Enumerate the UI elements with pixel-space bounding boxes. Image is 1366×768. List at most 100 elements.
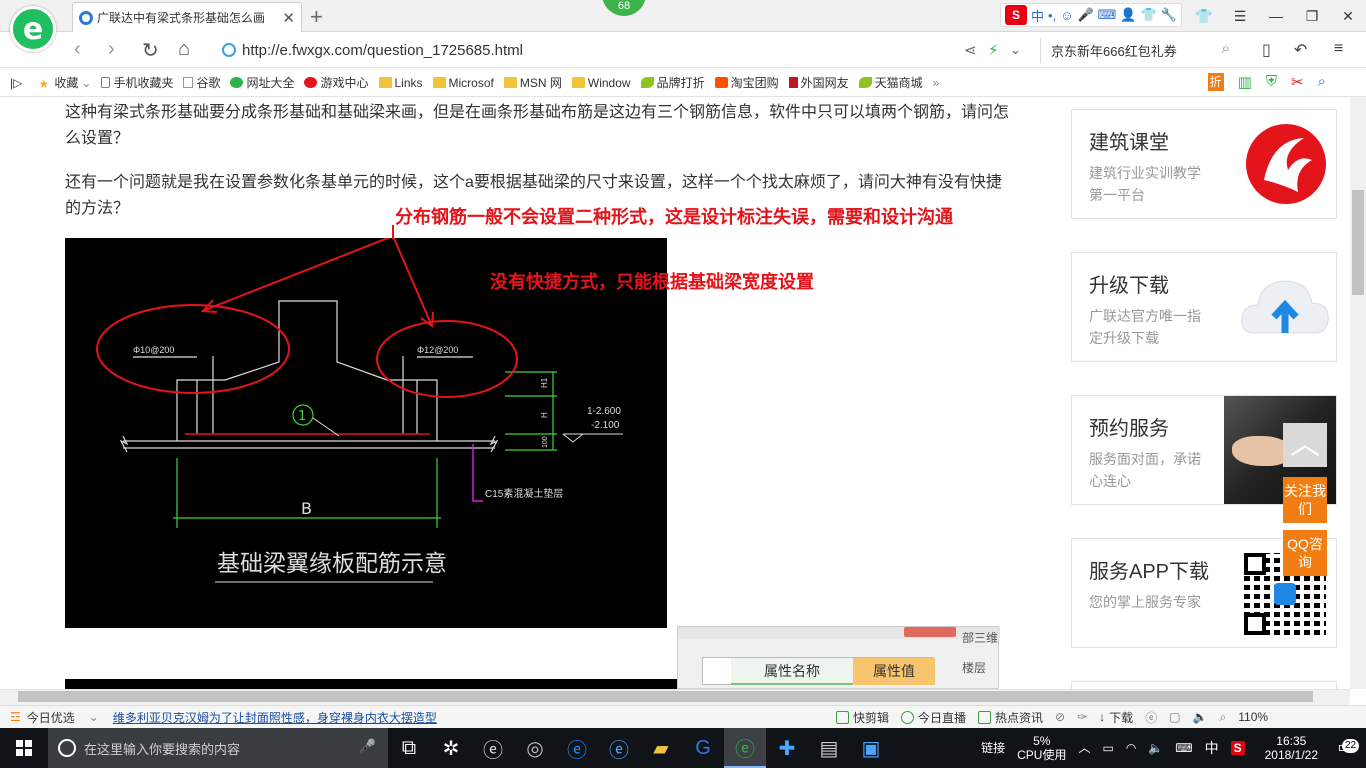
property-value-header[interactable]: 属性值 <box>853 658 935 685</box>
more-bookmarks-icon[interactable]: » <box>933 76 940 90</box>
zoom-icon[interactable]: ⌕ <box>1220 710 1227 725</box>
ime-indicator[interactable]: 中 <box>1205 741 1219 755</box>
undo-icon[interactable]: ↶ <box>1294 40 1307 60</box>
sidebar-toggle-icon[interactable]: |▷ <box>10 76 22 90</box>
quick-edit-item[interactable]: 快剪辑 <box>836 709 889 726</box>
pin-icon[interactable]: ✑ <box>1077 710 1087 724</box>
user-icon[interactable]: 👤 <box>1120 7 1136 23</box>
chevron-down-icon[interactable]: ⌄ <box>1010 42 1021 58</box>
bookmark-foreign[interactable]: 外国网友 <box>788 74 849 91</box>
ie-gray-icon[interactable]: ⓔ <box>472 728 514 768</box>
edge-icon[interactable]: ⓔ <box>556 728 598 768</box>
calc-app-icon[interactable]: ▣ <box>850 728 892 768</box>
swirl-app-icon[interactable]: ◎ <box>514 728 556 768</box>
bookmark-taobao[interactable]: 淘宝团购 <box>714 74 779 91</box>
wifi-icon[interactable]: ◠ <box>1126 741 1136 755</box>
bookmark-mobile[interactable]: 手机收藏夹 <box>101 74 173 91</box>
emoji-icon[interactable]: ☺ <box>1060 8 1073 23</box>
download-item[interactable]: ↓ 下载 <box>1099 709 1133 726</box>
skin-icon[interactable]: 👕 <box>1141 7 1157 23</box>
cpu-meter[interactable]: 5% CPU使用 <box>1017 734 1066 762</box>
mobile-icon[interactable]: ▯ <box>1262 40 1271 60</box>
chevron-up-icon[interactable]: ︿ <box>1078 741 1090 755</box>
popup-close-button[interactable] <box>904 627 956 637</box>
battery-icon[interactable]: ▭ <box>1102 741 1113 755</box>
minimize-button[interactable]: — <box>1258 0 1294 32</box>
card-building-class[interactable]: 建筑课堂 建筑行业实训教学第一平台 <box>1071 109 1337 219</box>
sogou-logo-icon[interactable]: S <box>1005 5 1027 25</box>
chevron-down-icon[interactable]: ⌄ <box>89 710 99 724</box>
bookmark-favorites[interactable]: ★ 收藏 ⌄ <box>38 74 91 92</box>
keyboard-icon[interactable]: ⌨ <box>1098 7 1117 23</box>
ime-mode[interactable]: 中 <box>1031 6 1044 25</box>
property-name-header[interactable]: 属性名称 <box>731 658 853 685</box>
bookmark-msn[interactable]: MSN 网 <box>503 74 562 91</box>
bookmark-links[interactable]: Links <box>378 76 423 90</box>
refresh-icon[interactable]: ↻ <box>142 38 159 63</box>
forward-icon[interactable]: › <box>108 38 115 61</box>
punctuation-icon[interactable]: •, <box>1048 8 1056 23</box>
ie-mode-icon[interactable]: ⓔ <box>1145 709 1157 726</box>
maximize-button[interactable]: ❐ <box>1294 0 1330 32</box>
new-tab-button[interactable]: + <box>310 4 323 30</box>
bookmark-tmall[interactable]: 天猫商城 <box>858 74 923 91</box>
sogou-tray-icon[interactable]: S <box>1230 741 1245 755</box>
keyboard-icon[interactable]: ⌨ <box>1175 741 1192 755</box>
zoom-level[interactable]: 110% <box>1238 710 1268 724</box>
glodon-app-icon[interactable]: G <box>682 728 724 768</box>
compass-icon[interactable]: ⊘ <box>1055 710 1065 724</box>
hot-news-item[interactable]: 热点资讯 <box>978 709 1043 726</box>
card-next[interactable] <box>1071 681 1337 689</box>
news-label[interactable]: 今日优选 <box>27 709 75 726</box>
book-icon[interactable]: ▥ <box>1238 73 1252 91</box>
bookmark-hao[interactable]: 网址大全 <box>230 74 294 91</box>
qq-consult-button[interactable]: QQ咨询 <box>1283 530 1327 576</box>
vertical-scrollbar[interactable] <box>1350 97 1366 689</box>
bookmark-microsoft[interactable]: Microsof <box>432 76 494 90</box>
follow-us-button[interactable]: 关注我们 <box>1283 477 1327 523</box>
more-menu-icon[interactable]: ≡ <box>1334 40 1343 58</box>
search-input[interactable]: 京东新年666红包礼券 ⌕ <box>1040 37 1240 63</box>
bookmark-games[interactable]: 游戏中心 <box>304 74 369 91</box>
search-icon[interactable]: ⌕ <box>1222 40 1230 57</box>
ie-icon[interactable]: ⓔ <box>598 728 640 768</box>
microphone-icon[interactable]: 🎤 <box>359 738 376 755</box>
volume-icon[interactable]: 🔈 <box>1148 741 1163 755</box>
notification-badge[interactable]: 68 <box>602 0 646 16</box>
scissors-icon[interactable]: ✂ <box>1291 73 1304 91</box>
browser-tab[interactable]: 广联达中有梁式条形基础怎么画 ✕ <box>72 2 302 32</box>
window-icon[interactable]: ▢ <box>1169 710 1180 724</box>
bookmark-windows[interactable]: Window <box>571 76 631 90</box>
close-button[interactable]: ✕ <box>1330 0 1366 32</box>
chart-app-icon[interactable]: ▤ <box>808 728 850 768</box>
back-to-top-button[interactable]: ︿ <box>1283 423 1327 467</box>
share-icon[interactable]: ⋖ <box>964 41 977 59</box>
speaker-icon[interactable]: 🔈 <box>1193 710 1208 724</box>
live-item[interactable]: 今日直播 <box>901 709 966 726</box>
tools-icon[interactable]: 🔧 <box>1161 7 1177 23</box>
discount-icon[interactable]: 折 <box>1207 73 1224 91</box>
clock[interactable]: 16:35 2018/1/22 <box>1265 734 1318 762</box>
shirt-icon[interactable]: 👕 <box>1186 0 1222 32</box>
browser-task-icon[interactable]: ⓔ <box>724 728 766 768</box>
start-button[interactable] <box>0 728 48 768</box>
news-headline-link[interactable]: 维多利亚贝克汉姆为了让封面照性感，身穿裸身内衣大摆造型 <box>113 709 437 726</box>
browser-logo-icon[interactable]: e <box>10 6 56 52</box>
vertical-scroll-thumb[interactable] <box>1352 190 1364 295</box>
back-icon[interactable]: ‹ <box>74 38 81 61</box>
microphone-icon[interactable]: 🎤 <box>1077 7 1093 23</box>
home-icon[interactable]: ⌂ <box>178 38 190 61</box>
lightning-icon[interactable]: ⚡ <box>988 41 999 59</box>
search-tool-icon[interactable]: ⌕ <box>1318 73 1326 91</box>
menu-icon[interactable]: ☰ <box>1222 0 1258 32</box>
action-center-button[interactable]: ▭ 22 <box>1330 739 1360 756</box>
task-view-icon[interactable]: ⧉ <box>388 728 430 768</box>
bookmark-google[interactable]: 谷歌 <box>183 74 220 91</box>
link-label[interactable]: 链接 <box>981 741 1005 755</box>
card-upgrade-download[interactable]: 升级下载 广联达官方唯一指定升级下载 <box>1071 252 1337 362</box>
horizontal-scroll-thumb[interactable] <box>18 691 1313 702</box>
file-explorer-icon[interactable]: ▰ <box>640 728 682 768</box>
plus-app-icon[interactable]: ✚ <box>766 728 808 768</box>
bookmark-brand[interactable]: 品牌打折 <box>640 74 705 91</box>
address-bar[interactable]: http://e.fwxgx.com/question_1725685.html <box>222 37 1036 63</box>
